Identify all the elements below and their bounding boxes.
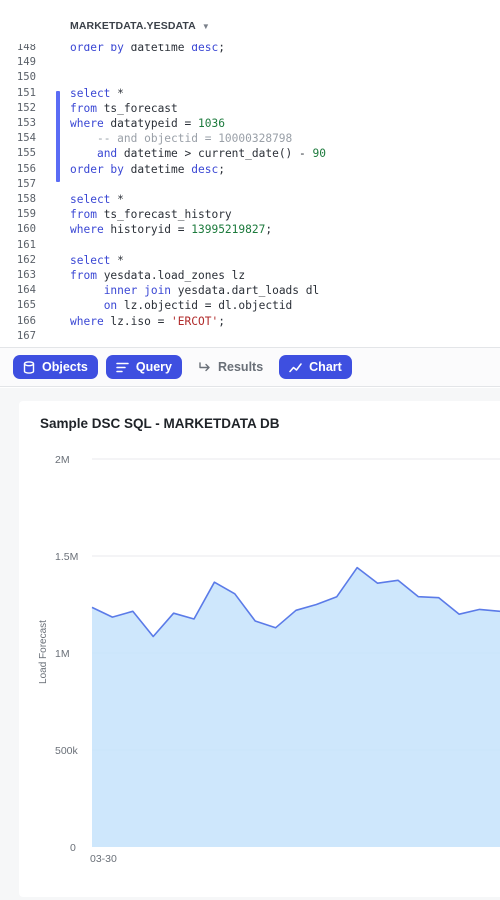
- y-tick-label: 1.5M: [55, 551, 78, 563]
- data-point: [458, 613, 460, 615]
- data-point: [315, 603, 317, 605]
- data-point: [356, 566, 358, 568]
- x-tick-label: 03-30: [90, 853, 117, 865]
- data-point: [295, 609, 297, 611]
- data-point: [417, 596, 419, 598]
- data-point: [132, 610, 134, 612]
- data-point: [213, 581, 215, 583]
- data-point: [438, 597, 440, 599]
- load-forecast-chart: 2M 1.5M 1M 500k 0 03-30 Load Forecast: [38, 454, 500, 865]
- data-point: [152, 635, 154, 637]
- y-tick-label: 2M: [55, 454, 70, 466]
- data-point: [172, 612, 174, 614]
- data-point: [91, 606, 93, 608]
- data-point: [111, 616, 113, 618]
- data-point: [336, 596, 338, 598]
- data-point: [397, 579, 399, 581]
- y-tick-label: 500k: [55, 745, 79, 757]
- y-axis-label: Load Forecast: [38, 620, 49, 684]
- y-tick-label: 0: [70, 842, 76, 854]
- data-point: [478, 608, 480, 610]
- data-point: [254, 620, 256, 622]
- y-tick-label: 1M: [55, 648, 70, 660]
- data-point: [376, 582, 378, 584]
- data-point: [234, 593, 236, 595]
- data-point: [193, 618, 195, 620]
- data-point: [274, 627, 276, 629]
